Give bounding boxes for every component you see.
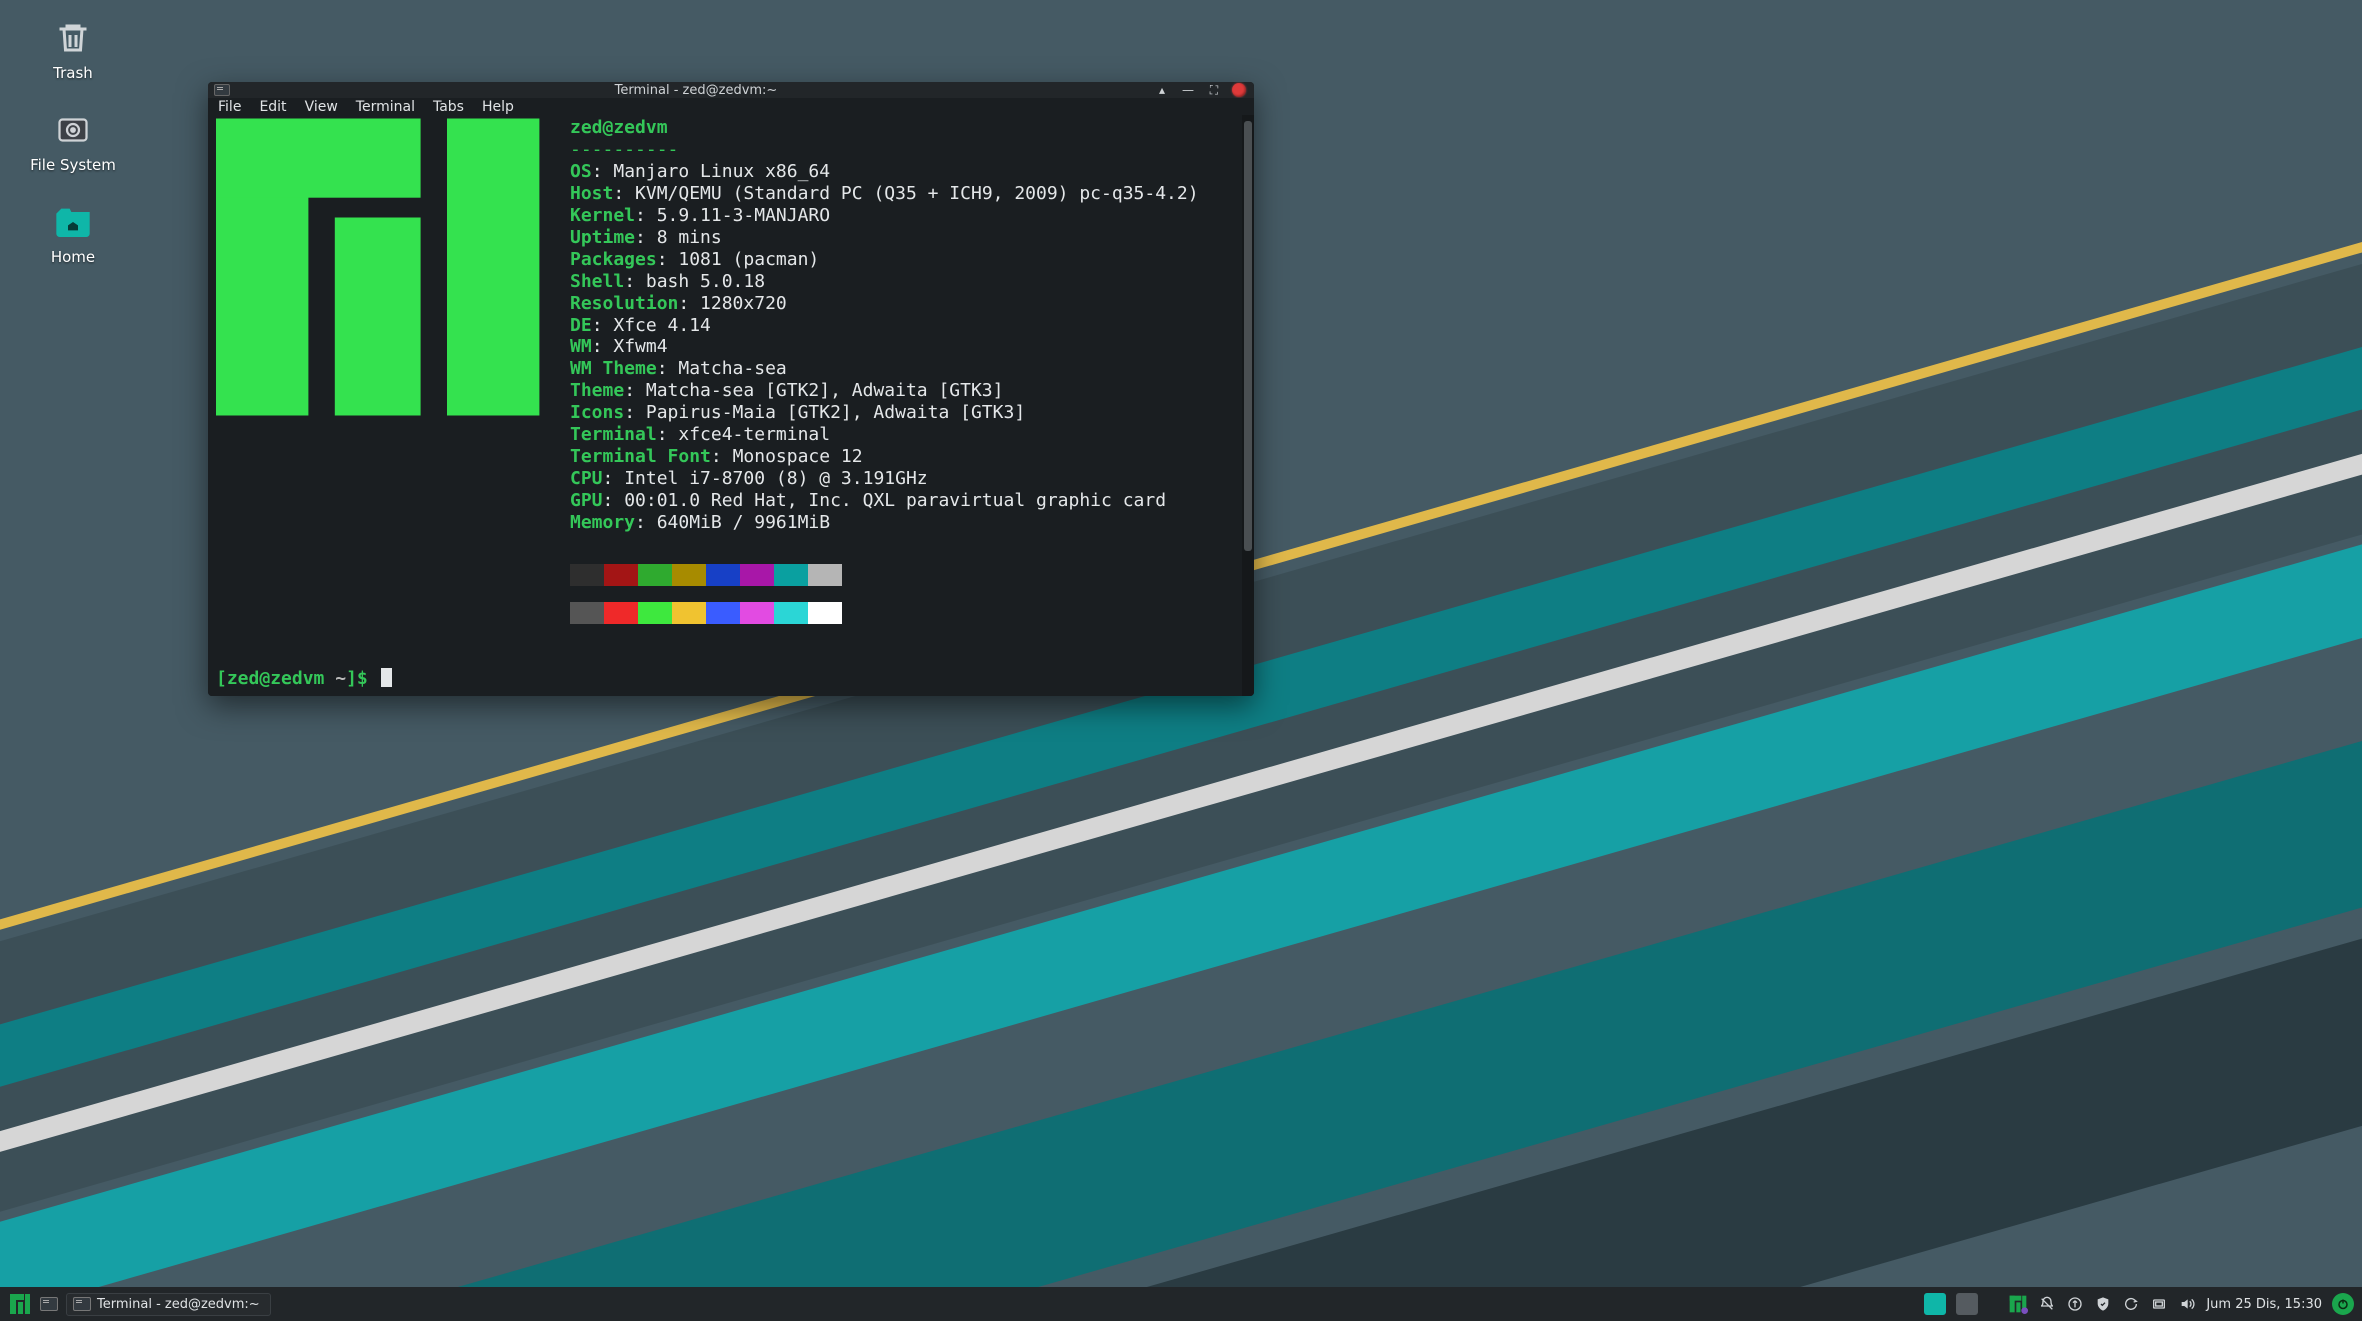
desktop-icon-label: Home [51, 248, 95, 266]
terminal-window: Terminal - zed@zedvm:~ ▴ — ⛶ File Edit V… [208, 82, 1254, 696]
window-minimize-icon[interactable]: — [1180, 82, 1196, 98]
taskbar-active-window[interactable]: Terminal - zed@zedvm:~ [66, 1293, 271, 1316]
window-app-icon [214, 84, 230, 96]
menu-view[interactable]: View [305, 99, 338, 115]
shell-prompt: [zed@zedvm ~]$ [216, 668, 1246, 690]
desktop-icon-file-system[interactable]: File System [18, 110, 128, 174]
neofetch-logo [216, 117, 546, 624]
terminal-body[interactable]: zed@zedvm ---------- OS: Manjaro Linux x… [208, 115, 1254, 696]
taskbar: Terminal - zed@zedvm:~ Jum 25 Dis, 15 [0, 1287, 2362, 1321]
window-up-icon[interactable]: ▴ [1154, 82, 1170, 98]
menu-help[interactable]: Help [482, 99, 514, 115]
neofetch-output: zed@zedvm ---------- OS: Manjaro Linux x… [570, 117, 1246, 624]
manjaro-tray-icon[interactable] [2008, 1294, 2028, 1314]
menu-edit[interactable]: Edit [259, 99, 286, 115]
window-close-icon[interactable] [1232, 83, 1246, 97]
taskbar-clock[interactable]: Jum 25 Dis, 15:30 [2206, 1297, 2322, 1312]
window-maximize-icon[interactable]: ⛶ [1206, 82, 1222, 98]
taskbar-terminal-launcher-icon[interactable] [40, 1297, 58, 1311]
updates-icon[interactable] [2066, 1295, 2084, 1313]
start-menu-icon[interactable] [8, 1292, 32, 1316]
power-icon[interactable] [2332, 1293, 2354, 1315]
cursor-block [381, 668, 392, 687]
menu-file[interactable]: File [218, 99, 241, 115]
window-controls: ▴ — ⛶ [1154, 82, 1248, 98]
menubar: File Edit View Terminal Tabs Help [208, 98, 1254, 114]
menu-terminal[interactable]: Terminal [356, 99, 415, 115]
desktop-icon-home[interactable]: Home [18, 202, 128, 266]
disk-icon [53, 110, 93, 150]
desktop-icon-trash[interactable]: Trash [18, 18, 128, 82]
system-tray: Jum 25 Dis, 15:30 [1924, 1293, 2354, 1315]
desktop-icons: Trash File System Home [18, 18, 128, 266]
trash-icon [53, 18, 93, 58]
desktop-icon-label: File System [30, 156, 116, 174]
window-titlebar[interactable]: Terminal - zed@zedvm:~ ▴ — ⛶ [208, 82, 1254, 98]
terminal-icon [73, 1297, 91, 1311]
terminal-scrollbar[interactable] [1242, 115, 1254, 696]
notifications-icon[interactable] [2038, 1295, 2056, 1313]
workspace-1-button[interactable] [1924, 1293, 1946, 1315]
clipboard-icon[interactable] [2122, 1295, 2140, 1313]
volume-icon[interactable] [2178, 1295, 2196, 1313]
menu-tabs[interactable]: Tabs [433, 99, 464, 115]
workspace-2-button[interactable] [1956, 1293, 1978, 1315]
taskbar-active-label: Terminal - zed@zedvm:~ [97, 1297, 260, 1312]
home-folder-icon [53, 202, 93, 242]
window-title: Terminal - zed@zedvm:~ [238, 83, 1154, 98]
network-icon[interactable] [2150, 1295, 2168, 1313]
desktop-icon-label: Trash [53, 64, 93, 82]
shield-icon[interactable] [2094, 1295, 2112, 1313]
